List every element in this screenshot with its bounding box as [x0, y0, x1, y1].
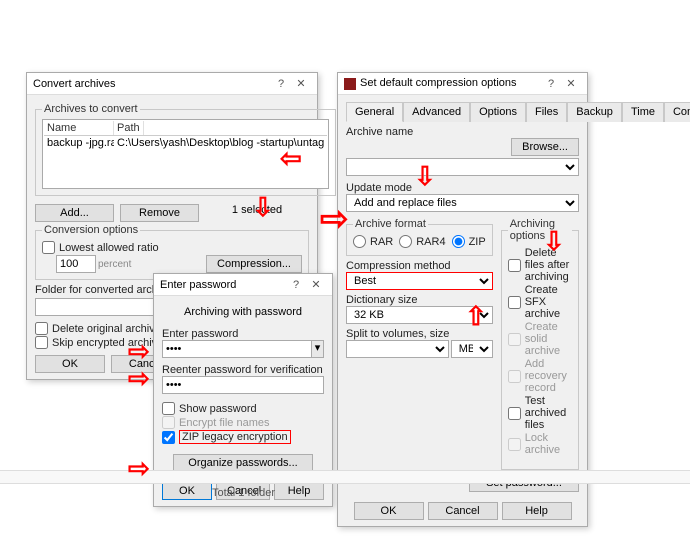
options-tabs: General Advanced Options Files Backup Ti… [346, 101, 579, 122]
password-titlebar: Enter password ?✕ [154, 274, 332, 296]
split-unit-select[interactable]: MB [451, 340, 493, 358]
archives-group-label: Archives to convert [42, 103, 140, 115]
add-button[interactable]: Add... [35, 204, 114, 222]
tab-files[interactable]: Files [526, 102, 567, 122]
solid-label: Create solid archive [525, 321, 572, 357]
zip-legacy-check[interactable] [162, 431, 175, 444]
lowest-ratio-label: Lowest allowed ratio [59, 242, 159, 254]
password-title: Enter password [160, 279, 236, 291]
method-select[interactable]: Best [346, 272, 493, 290]
password-confirm-input[interactable] [162, 376, 324, 394]
update-mode-label: Update mode [346, 182, 412, 194]
format-group-label: Archive format [353, 218, 428, 230]
delete-after-check[interactable] [508, 259, 521, 272]
archive-path: C:\Users\yash\Desktop\blog -startup\unta… [114, 136, 327, 150]
app-icon [344, 78, 356, 90]
ratio-value-input[interactable] [56, 255, 96, 273]
delete-original-check[interactable] [35, 322, 48, 335]
dict-select[interactable]: 32 KB [346, 306, 493, 324]
encrypt-names-check [162, 416, 175, 429]
help-button[interactable]: Help [274, 482, 324, 500]
options-titlebar: Set default compression options ?✕ [338, 73, 587, 95]
close-icon[interactable]: ✕ [561, 77, 581, 90]
encrypt-names-label: Encrypt file names [179, 417, 269, 429]
radio-zip[interactable] [452, 235, 465, 248]
tab-options[interactable]: Options [470, 102, 526, 122]
method-label: Compression method [346, 260, 451, 272]
options-dialog: Set default compression options ?✕ Gener… [337, 72, 588, 527]
ok-button[interactable]: OK [354, 502, 424, 520]
lowest-ratio-check[interactable] [42, 241, 55, 254]
statusbar-divider [0, 470, 690, 484]
statusbar-text: Total 1 folder [212, 487, 275, 499]
update-mode-select[interactable]: Add and replace files [346, 194, 579, 212]
delete-original-label: Delete original archives [52, 323, 166, 335]
sfx-label: Create SFX archive [525, 284, 572, 320]
reenter-password-label: Reenter password for verification [162, 364, 324, 376]
show-password-check[interactable] [162, 402, 175, 415]
radio-rar4[interactable] [399, 235, 412, 248]
compression-button[interactable]: Compression... [206, 255, 302, 273]
sfx-check[interactable] [508, 296, 521, 309]
archive-name: backup -jpg.rar [44, 136, 114, 150]
radio-rar-label: RAR [370, 236, 393, 248]
radio-rar[interactable] [353, 235, 366, 248]
close-icon[interactable]: ✕ [291, 77, 311, 90]
help-icon[interactable]: ? [271, 78, 291, 90]
password-subtitle: Archiving with password [162, 306, 324, 318]
skip-encrypted-check[interactable] [35, 336, 48, 349]
ratio-unit: percent [98, 259, 131, 270]
archives-list[interactable]: Name Path backup -jpg.rar C:\Users\yash\… [42, 119, 329, 189]
help-button[interactable]: Help [502, 502, 572, 520]
help-icon[interactable]: ? [286, 279, 306, 291]
arch-options-label: Archiving options [508, 218, 572, 242]
cancel-button[interactable]: Cancel [428, 502, 498, 520]
split-label: Split to volumes, size [346, 328, 493, 340]
archive-name-select[interactable] [346, 158, 579, 176]
enter-password-label: Enter password [162, 328, 238, 340]
split-size-select[interactable] [346, 340, 449, 358]
table-row[interactable]: backup -jpg.rar C:\Users\yash\Desktop\bl… [44, 136, 327, 150]
solid-check [508, 333, 521, 346]
zip-legacy-label: ZIP legacy encryption [179, 430, 291, 444]
selected-count: 1 selected [205, 204, 309, 222]
conv-options-label: Conversion options [42, 224, 140, 236]
tab-comment[interactable]: Comment [664, 102, 690, 122]
close-icon[interactable]: ✕ [306, 278, 326, 291]
options-title: Set default compression options [360, 77, 517, 89]
tab-advanced[interactable]: Advanced [403, 102, 470, 122]
dict-label: Dictionary size [346, 294, 493, 306]
test-files-check[interactable] [508, 407, 521, 420]
recovery-check [508, 370, 521, 383]
ok-button[interactable]: OK [162, 482, 212, 500]
col-path: Path [114, 121, 144, 135]
archive-name-label: Archive name [346, 126, 413, 138]
radio-rar4-label: RAR4 [416, 236, 445, 248]
tab-time[interactable]: Time [622, 102, 664, 122]
recovery-label: Add recovery record [525, 358, 572, 394]
remove-button[interactable]: Remove [120, 204, 199, 222]
tab-backup[interactable]: Backup [567, 102, 622, 122]
lock-check [508, 438, 521, 451]
browse-button[interactable]: Browse... [511, 138, 579, 156]
convert-title: Convert archives [33, 78, 116, 90]
help-icon[interactable]: ? [541, 78, 561, 90]
ok-button[interactable]: OK [35, 355, 105, 373]
skip-encrypted-label: Skip encrypted archives [52, 337, 169, 349]
show-password-label: Show password [179, 403, 257, 415]
col-name: Name [44, 121, 114, 135]
tab-general[interactable]: General [346, 102, 403, 122]
convert-titlebar: Convert archives ?✕ [27, 73, 317, 95]
delete-after-label: Delete files after archiving [525, 247, 572, 283]
password-input[interactable] [162, 340, 312, 358]
chevron-down-icon[interactable]: ▾ [312, 340, 324, 358]
test-files-label: Test archived files [525, 395, 572, 431]
lock-label: Lock archive [525, 432, 572, 456]
radio-zip-label: ZIP [469, 236, 486, 248]
